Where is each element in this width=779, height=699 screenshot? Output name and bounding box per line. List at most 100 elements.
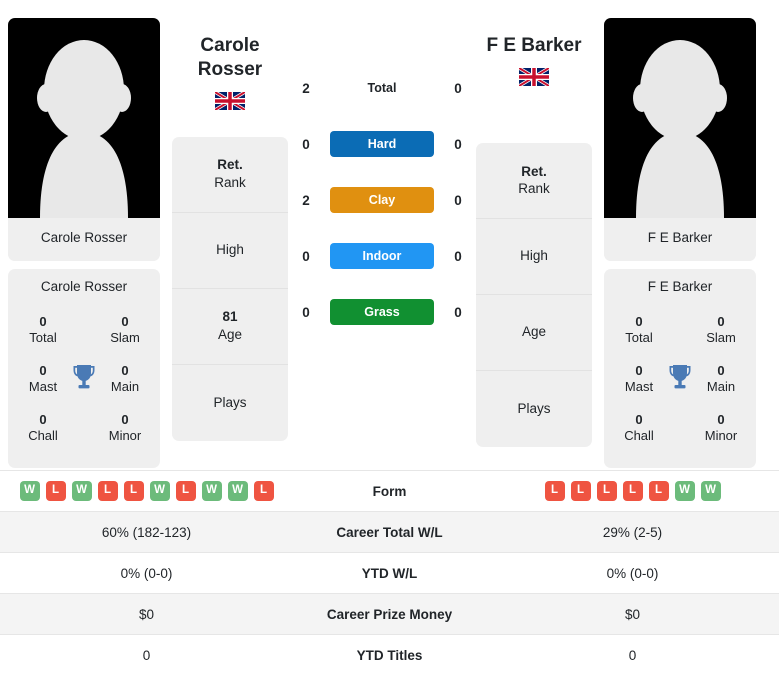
right-player-photo-caption: F E Barker [604, 218, 756, 261]
left-titles-total-label: Total [29, 330, 57, 346]
form-badge-w[interactable]: W [227, 481, 248, 501]
right-titles-total: 0 Total [616, 314, 662, 347]
right-info-plays-label: Plays [517, 400, 551, 416]
table-row: 0% (0-0) YTD W/L 0% (0-0) [0, 552, 779, 594]
left-titles-row-1: 0 Total 0 Slam [14, 308, 154, 357]
h2h-hard-right: 0 [454, 136, 462, 152]
right-info-high-label: High [520, 248, 548, 264]
right-titles-total-value: 0 [635, 314, 643, 329]
left-info-high: High [172, 213, 288, 289]
player-comparison-page: Carole Rosser Carole Rosser 0 Total 0 Sl… [0, 0, 779, 699]
ytd-wl-left: 0% (0-0) [0, 552, 293, 594]
right-titles-slam-value: 0 [717, 314, 725, 329]
form-badge-l[interactable]: L [253, 481, 274, 501]
form-badge-l[interactable]: L [544, 481, 565, 501]
surface-chip-hard[interactable]: Hard [330, 131, 434, 157]
form-badge-w[interactable]: W [19, 481, 40, 501]
form-badge-l[interactable]: L [648, 481, 669, 501]
right-player-photo-column: F E Barker F E Barker 0 Total 0 Slam 0 M… [596, 10, 764, 468]
left-info-rank-value: Ret. [217, 157, 243, 173]
h2h-hard-chip-wrap: Hard [330, 131, 434, 157]
table-row: 0 YTD Titles 0 [0, 634, 779, 676]
comparison-top-section: Carole Rosser Carole Rosser 0 Total 0 Sl… [0, 0, 779, 470]
h2h-row-clay: 2 Clay 0 [292, 172, 472, 228]
left-form-strip: WLWLLWLWWL [12, 481, 281, 501]
left-titles-slam: 0 Slam [102, 314, 148, 347]
left-titles-minor-label: Minor [108, 427, 142, 443]
left-titles-chall-label: Chall [28, 427, 58, 443]
left-player-photo-caption: Carole Rosser [8, 218, 160, 261]
left-titles-total: 0 Total [20, 314, 66, 347]
right-titles-chall-label: Chall [624, 427, 654, 443]
ytd-wl-right: 0% (0-0) [486, 552, 779, 594]
right-info-age: Age [476, 295, 592, 371]
right-titles-row-3: 0 Chall 0 Minor [610, 406, 750, 455]
right-form-cell: LLLLLWW [486, 470, 779, 512]
right-titles-row-1: 0 Total 0 Slam [610, 308, 750, 357]
left-info-age-label: Age [217, 327, 243, 342]
right-info-high: High [476, 219, 592, 295]
left-titles-main-label: Main [110, 379, 140, 394]
surface-chip-clay[interactable]: Clay [330, 187, 434, 213]
right-titles-mast-label: Mast [624, 379, 654, 394]
right-titles-slam-label: Slam [706, 330, 736, 346]
h2h-row-indoor: 0 Indoor 0 [292, 228, 472, 284]
ytd-titles-label: YTD Titles [293, 634, 486, 676]
h2h-clay-right: 0 [454, 192, 462, 208]
surface-chip-indoor[interactable]: Indoor [330, 243, 434, 269]
left-titles-minor: 0 Minor [102, 412, 148, 445]
right-titles-main-label: Main [706, 379, 736, 394]
form-badge-l[interactable]: L [596, 481, 617, 501]
table-row: $0 Career Prize Money $0 [0, 593, 779, 635]
career-prize-money-label: Career Prize Money [293, 593, 486, 635]
right-player-info-column: F E Barker Ret. Rank High Age Plays [472, 10, 596, 447]
h2h-total-label: Total [367, 81, 397, 95]
form-row-label: Form [293, 470, 486, 512]
h2h-clay-chip-wrap: Clay [330, 187, 434, 213]
right-info-age-label: Age [521, 324, 547, 340]
right-player-photo-card: F E Barker [604, 18, 756, 261]
person-silhouette-icon [37, 40, 131, 218]
right-titles-chall: 0 Chall [616, 412, 662, 445]
left-titles-chall: 0 Chall [20, 412, 66, 445]
left-player-photo-column: Carole Rosser Carole Rosser 0 Total 0 Sl… [0, 10, 168, 468]
person-silhouette-icon [633, 40, 727, 218]
right-info-rank-label: Rank [518, 181, 550, 197]
left-info-rank-label: Rank [214, 175, 246, 190]
form-badge-l[interactable]: L [45, 481, 66, 501]
form-badge-w[interactable]: W [700, 481, 721, 501]
right-form-strip: LLLLLWW [498, 481, 767, 501]
right-info-card: Ret. Rank High Age Plays [476, 142, 592, 447]
form-badge-l[interactable]: L [570, 481, 591, 501]
right-titles-main-value: 0 [717, 362, 725, 378]
form-badge-w[interactable]: W [71, 481, 92, 501]
form-badge-w[interactable]: W [674, 481, 695, 501]
left-info-age-value: 81 [222, 309, 238, 325]
left-info-plays: Plays [172, 365, 288, 441]
right-titles-minor-value: 0 [717, 411, 725, 427]
form-badge-l[interactable]: L [123, 481, 144, 501]
table-row-form: WLWLLWLWWL Form LLLLLWW [0, 470, 779, 512]
right-titles-row-2: 0 Mast 0 Main [610, 357, 750, 406]
surface-chip-grass[interactable]: Grass [330, 299, 434, 325]
left-titles-main-value: 0 [121, 362, 129, 378]
form-badge-w[interactable]: W [149, 481, 170, 501]
h2h-row-hard: 0 Hard 0 [292, 116, 472, 172]
ytd-wl-label: YTD W/L [293, 552, 486, 594]
right-titles-mast: 0 Mast [616, 363, 662, 396]
right-player-name-line1: F E Barker [486, 35, 582, 56]
left-player-photo-card: Carole Rosser [8, 18, 160, 261]
form-badge-l[interactable]: L [622, 481, 643, 501]
form-badge-l[interactable]: L [97, 481, 118, 501]
left-titles-slam-label: Slam [110, 330, 140, 346]
trophy-icon-glyph [669, 364, 691, 388]
left-titles-slam-value: 0 [121, 314, 129, 329]
left-titles-mast-label: Mast [28, 379, 58, 394]
form-badge-l[interactable]: L [175, 481, 196, 501]
left-titles-chall-value: 0 [39, 411, 47, 427]
left-player-info-column: Carole Rosser Ret. Rank High 81 Age Play… [168, 10, 292, 441]
form-badge-w[interactable]: W [201, 481, 222, 501]
right-titles-main: 0 Main [698, 363, 744, 396]
right-player-photo [604, 18, 756, 218]
left-player-name-line1: Carole [200, 35, 260, 56]
